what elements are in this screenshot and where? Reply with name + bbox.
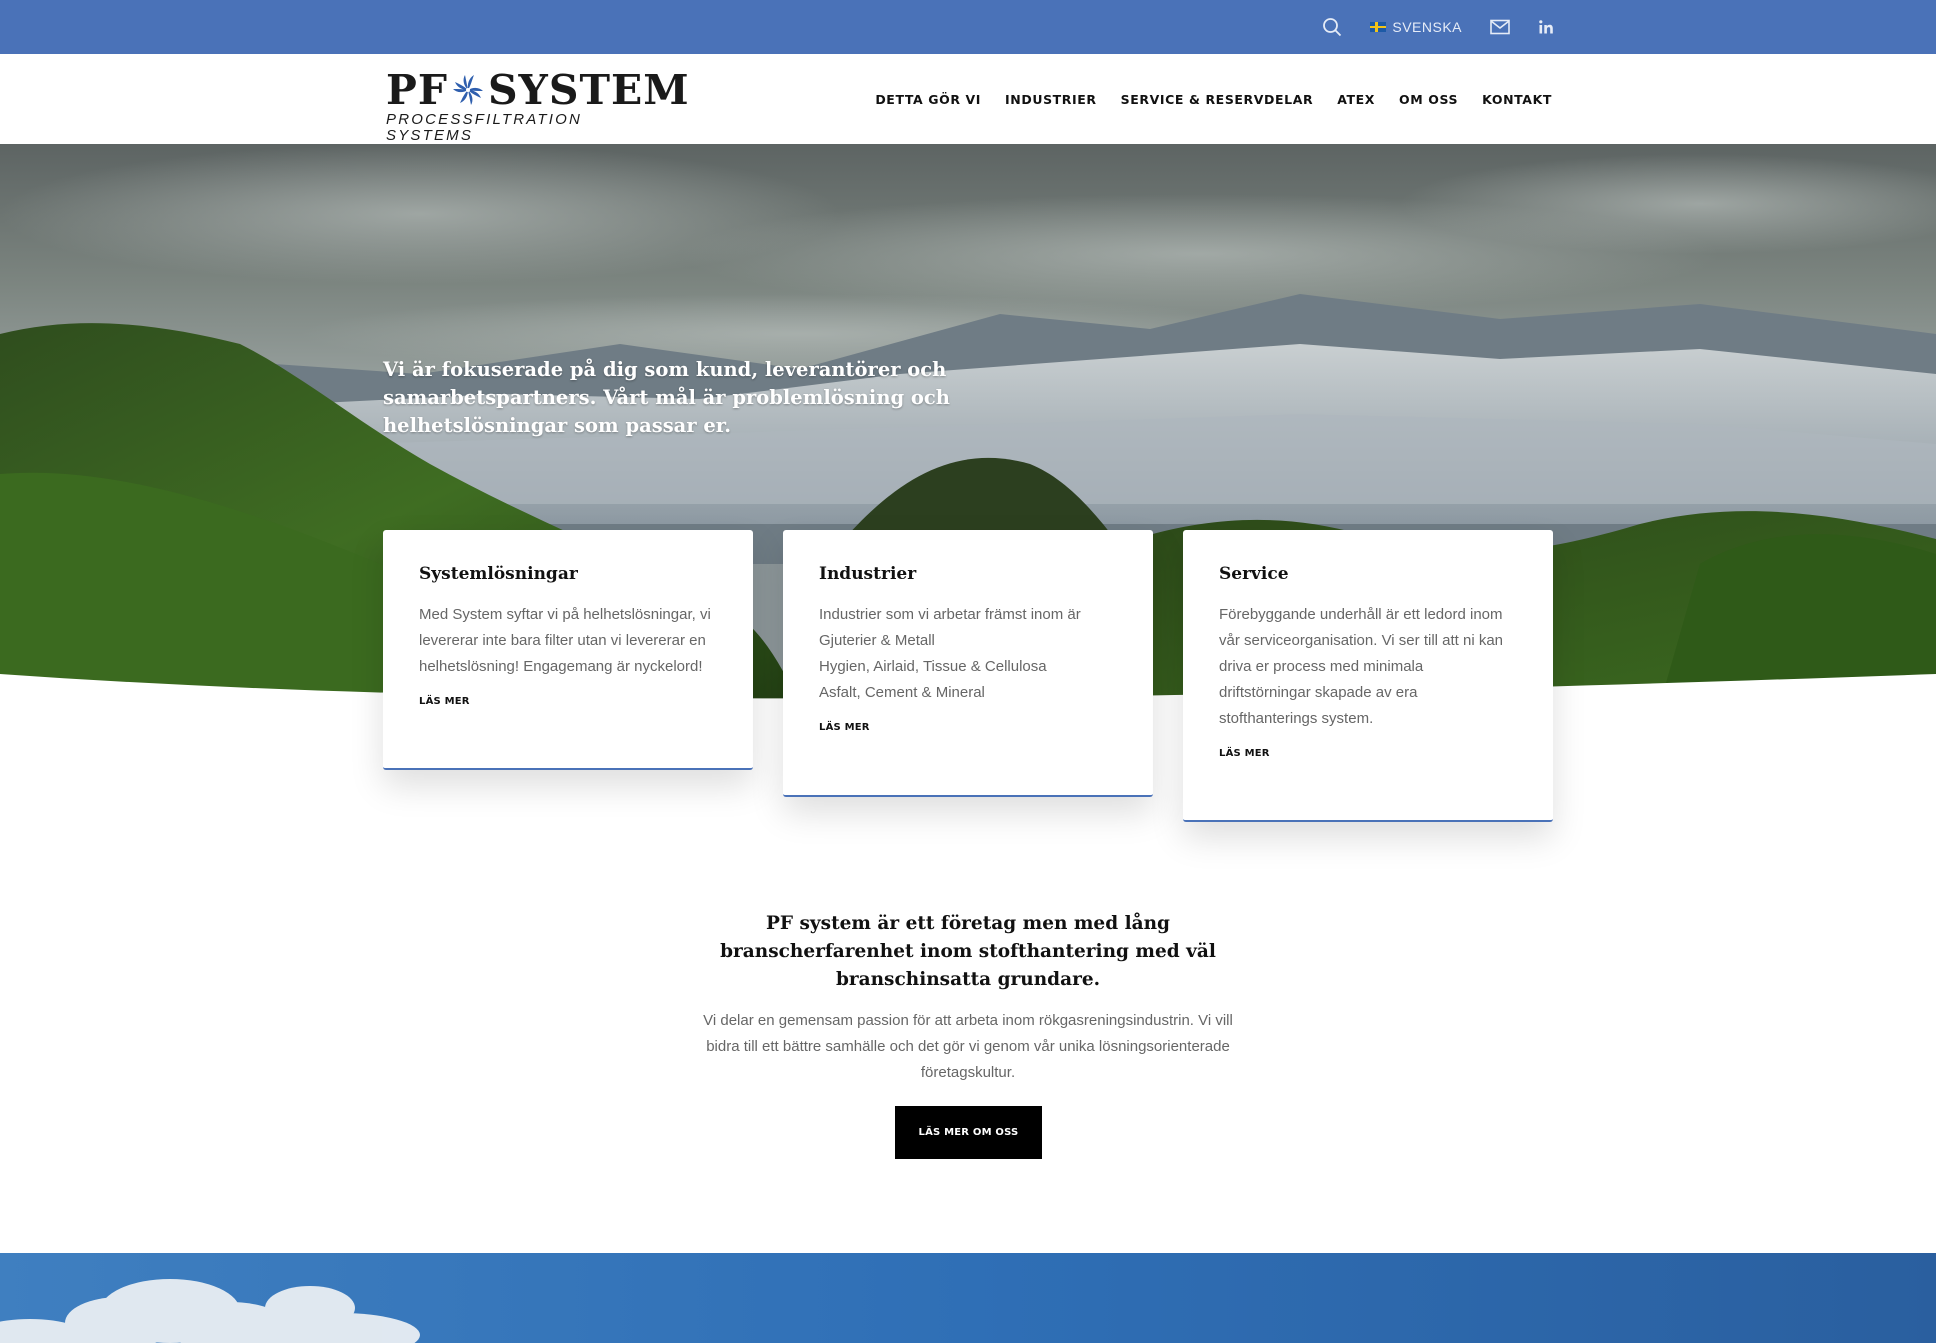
nav-item-industrier[interactable]: INDUSTRIER [1005, 92, 1097, 107]
logo-tagline: PROCESSFILTRATION SYSTEMS [386, 111, 583, 144]
card-service: Service Förebyggande underhåll är ett le… [1183, 530, 1553, 822]
card-line: Industrier som vi arbetar främst inom är [819, 606, 1081, 623]
about-heading: PF system är ett företag men med lång br… [720, 913, 1216, 990]
fan-logo-icon [450, 72, 486, 108]
read-more-link[interactable]: LÄS MER [819, 722, 870, 733]
site-header: PF SYSTEM PROCESSFILTRATION SYSTEMS DETT… [0, 54, 1936, 144]
card-body: Industrier som vi arbetar främst inom är… [819, 602, 1117, 706]
top-utility-bar: SVENSKA [0, 0, 1936, 54]
card-title: Systemlösningar [419, 564, 578, 584]
hero-tagline: Vi är fokuserade på dig som kund, levera… [383, 358, 950, 437]
card-line: Hygien, Airlaid, Tissue & Cellulosa [819, 658, 1047, 675]
read-more-link[interactable]: LÄS MER [1219, 748, 1270, 759]
search-icon[interactable] [1322, 17, 1342, 37]
nav-item-detta-gor-vi[interactable]: DETTA GÖR VI [875, 92, 981, 107]
nav-item-atex[interactable]: ATEX [1337, 92, 1375, 107]
nav-item-om-oss[interactable]: OM OSS [1399, 92, 1458, 107]
sky-banner-image [0, 1253, 1936, 1343]
mail-icon[interactable] [1490, 19, 1510, 35]
nav-item-kontakt[interactable]: KONTAKT [1482, 92, 1552, 107]
card-line: Asfalt, Cement & Mineral [819, 684, 985, 701]
language-switcher[interactable]: SVENSKA [1370, 19, 1462, 35]
card-body: Förebyggande underhåll är ett ledord ino… [1219, 606, 1504, 727]
card-title: Industrier [819, 564, 917, 584]
read-more-about-button[interactable]: LÄS MER OM OSS [895, 1106, 1042, 1159]
card-systemlosningar: Systemlösningar Med System syftar vi på … [383, 530, 753, 770]
site-logo[interactable]: PF SYSTEM PROCESSFILTRATION SYSTEMS [386, 66, 690, 144]
flag-sweden-icon [1370, 22, 1387, 32]
about-body: Vi delar en gemensam passion för att arb… [703, 1012, 1233, 1081]
linkedin-icon[interactable] [1538, 19, 1554, 35]
language-label: SVENSKA [1392, 19, 1462, 35]
nav-item-service-reservdelar[interactable]: SERVICE & RESERVDELAR [1121, 92, 1314, 107]
utility-links: SVENSKA [1322, 0, 1554, 54]
card-line: Gjuterier & Metall [819, 632, 935, 649]
card-title: Service [1219, 564, 1289, 584]
card-industrier: Industrier Industrier som vi arbetar frä… [783, 530, 1153, 797]
logo-wordmark: PF SYSTEM [386, 66, 690, 114]
main-navigation: DETTA GÖR VI INDUSTRIER SERVICE & RESERV… [875, 54, 1552, 144]
read-more-link[interactable]: LÄS MER [419, 696, 470, 707]
card-body: Med System syftar vi på helhetslösningar… [419, 606, 711, 675]
